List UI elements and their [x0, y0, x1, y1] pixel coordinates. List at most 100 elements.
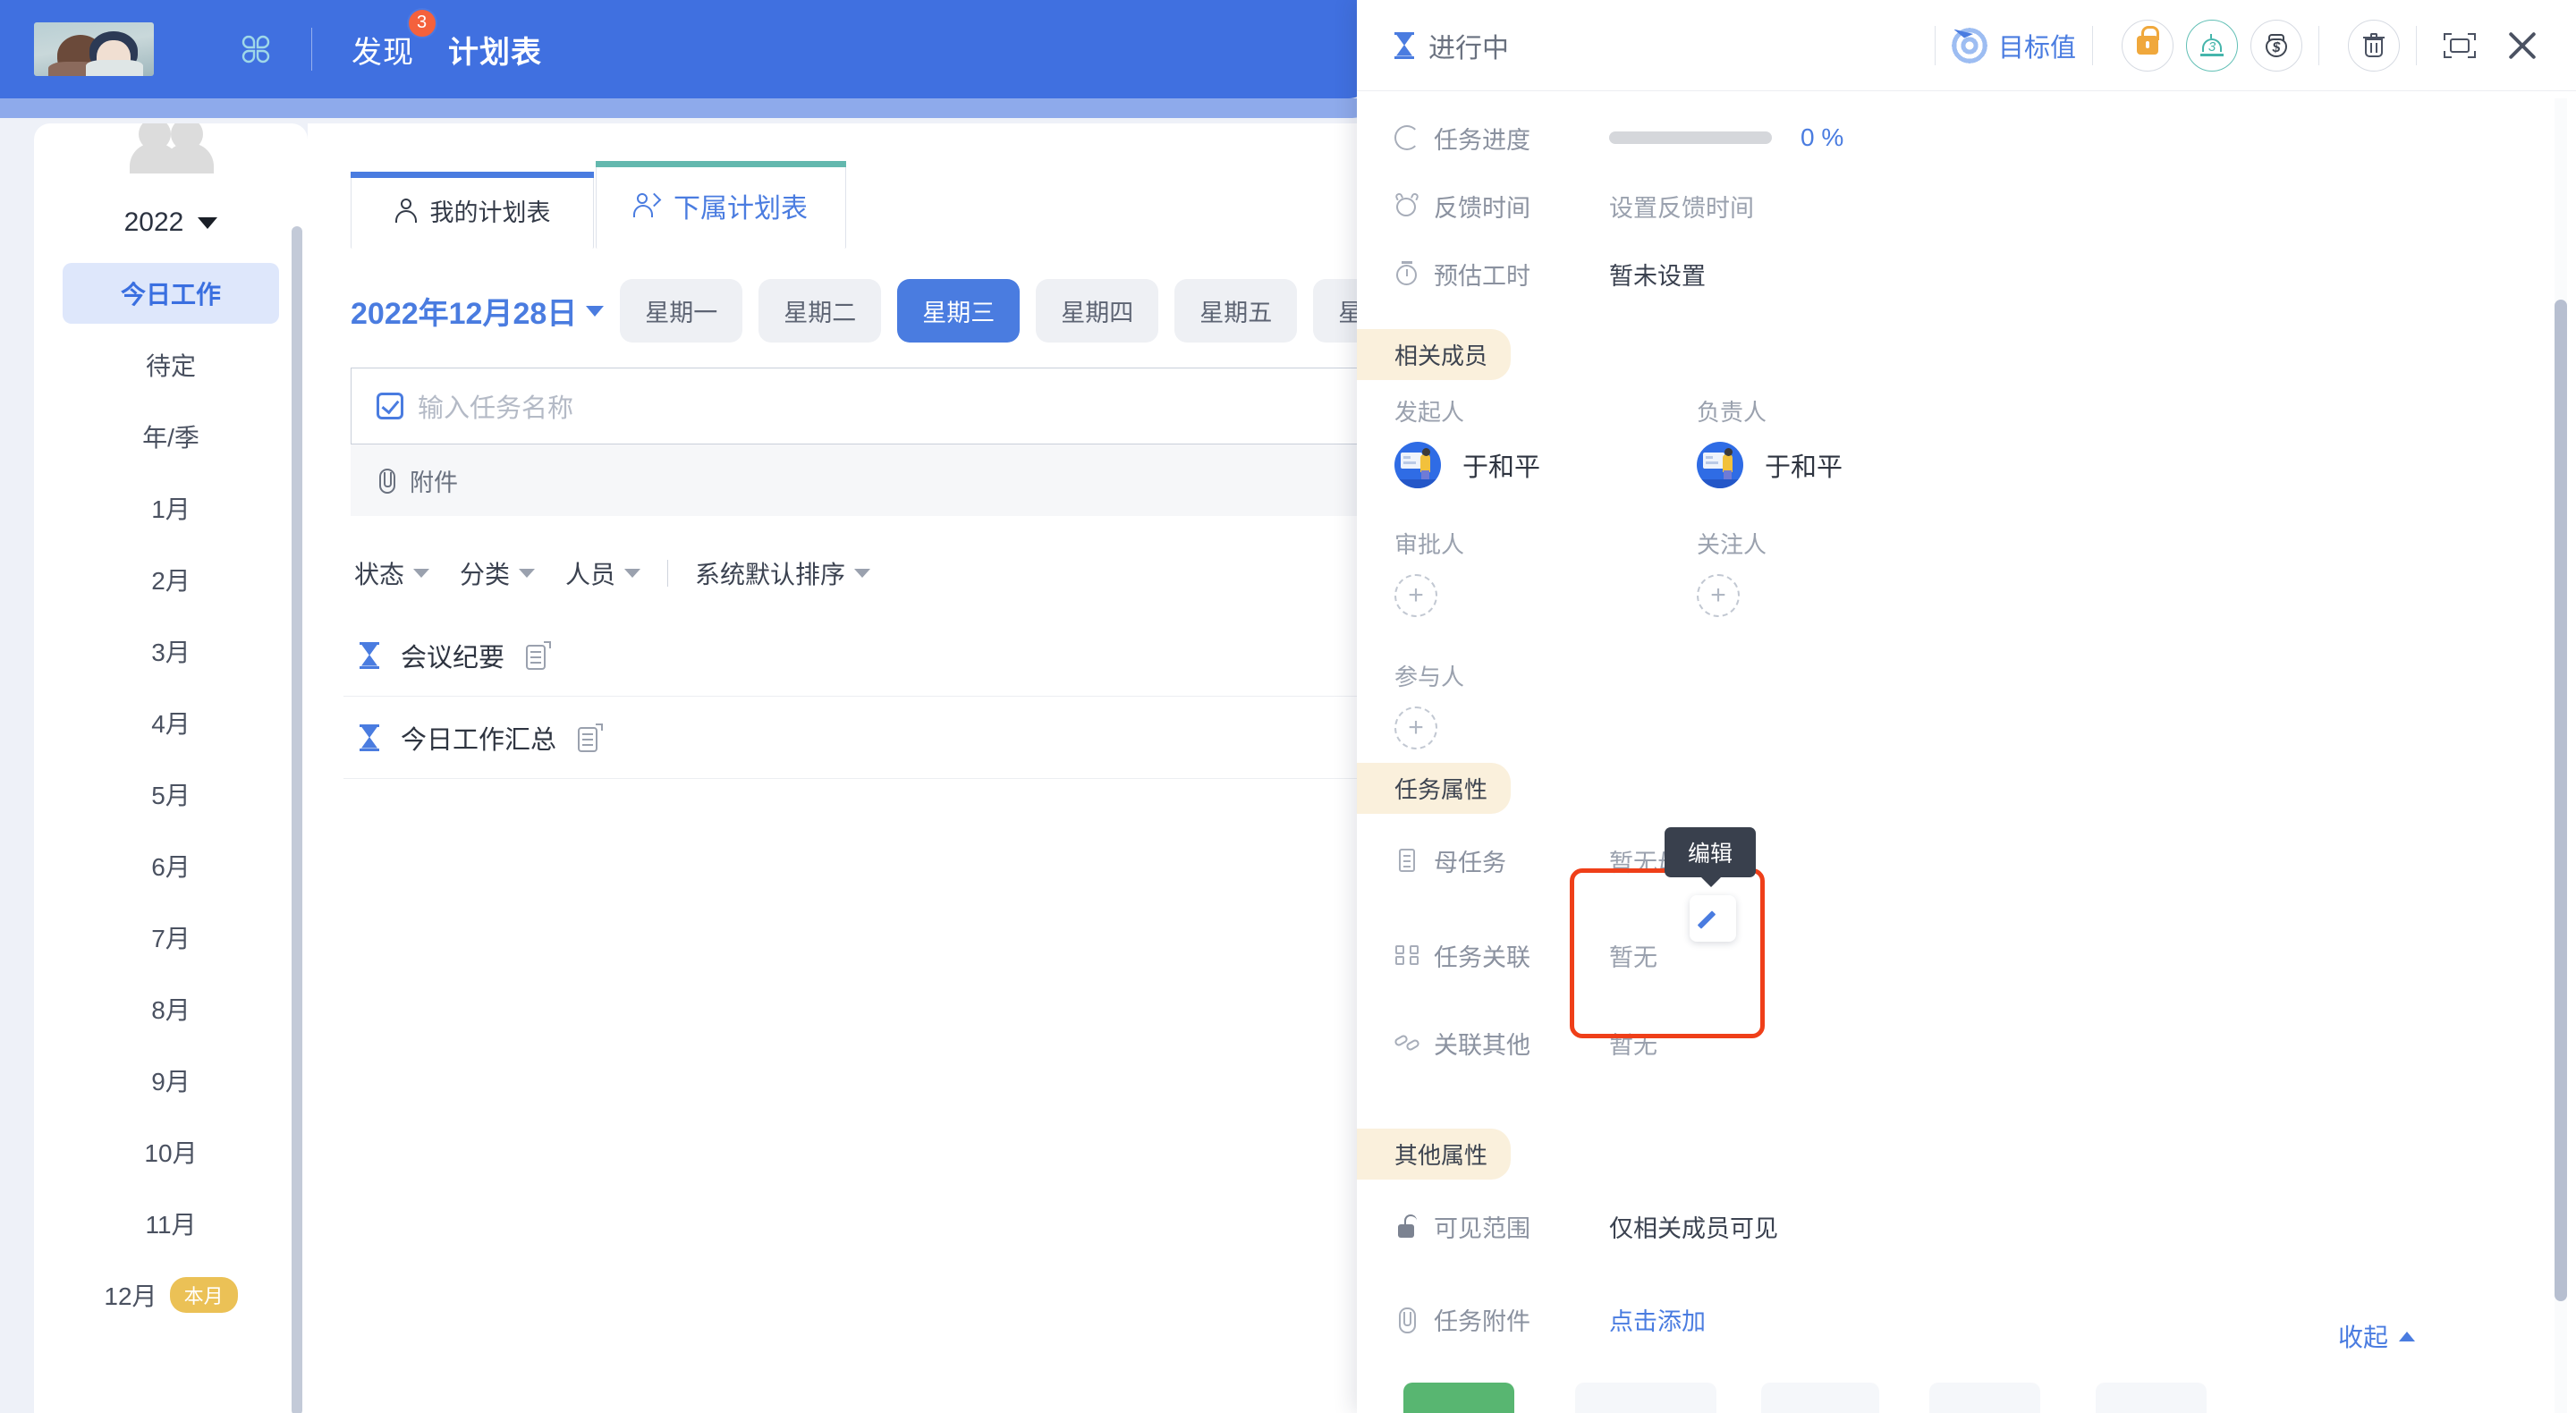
nav-item-plan[interactable]: 计划表	[448, 28, 542, 72]
prop-task-attachment-value[interactable]: 点击添加	[1609, 1302, 1706, 1337]
attachment-label: 附件	[410, 469, 458, 496]
chevron-down-icon	[586, 305, 605, 317]
sidebar-item-9[interactable]: 7月	[34, 901, 308, 973]
sidebar-item-10[interactable]: 8月	[34, 973, 308, 1045]
sidebar-item-8[interactable]: 6月	[34, 830, 308, 901]
sidebar-item-14[interactable]: 12月 本月	[34, 1259, 308, 1331]
other-attributes-title: 其他属性	[1357, 1129, 1512, 1180]
member-approver: 审批人 +	[1394, 527, 1464, 617]
tab-subordinate-plan-label: 下属计划表	[674, 193, 808, 224]
prop-estimated-hours-value[interactable]: 暂未设置	[1609, 257, 1706, 292]
user-avatar-image[interactable]	[34, 22, 154, 76]
avatar	[1697, 442, 1743, 488]
progress-bar[interactable]	[1609, 131, 1772, 144]
members-section: 相关成员 发起人 于和平 负责人 于和平 审批人 + 关注人 + 参与人 +	[1357, 308, 2576, 749]
edit-button[interactable]	[1690, 895, 1736, 942]
filter-category-label: 分类	[460, 561, 511, 588]
tab-subordinate-plan[interactable]: 下属计划表	[596, 161, 846, 249]
panel-action-bar	[1357, 1383, 2576, 1413]
filter-category[interactable]: 分类	[449, 555, 546, 591]
year-selector[interactable]: 2022	[34, 207, 308, 238]
topbar-divider	[311, 28, 312, 71]
panel-scrollbar-thumb[interactable]	[2555, 300, 2567, 1301]
prop-feedback-time: 反馈时间 设置反馈时间	[1357, 172, 2576, 240]
sidebar-team-icon	[128, 123, 214, 177]
people-icon	[633, 192, 662, 218]
sidebar-item-label: 1月	[151, 495, 191, 523]
date-selector[interactable]: 2022年12月28日	[351, 289, 605, 333]
chevron-down-icon	[519, 569, 536, 578]
goal-value-button[interactable]: 目标值	[1951, 27, 2076, 64]
lock-button[interactable]	[2122, 19, 2174, 72]
chevron-down-icon	[624, 569, 641, 578]
close-icon[interactable]	[2503, 26, 2542, 65]
weekday-chip-group: 星期一星期二星期三星期四星期五星期六	[620, 279, 1436, 343]
pencil-icon	[1701, 907, 1724, 930]
prop-visibility-value[interactable]: 仅相关成员可见	[1609, 1209, 1778, 1244]
action-button-4[interactable]	[1929, 1383, 2040, 1413]
copy-icon[interactable]	[526, 640, 552, 670]
weekday-chip-4[interactable]: 星期五	[1174, 279, 1298, 343]
member-owner-title: 负责人	[1697, 399, 1767, 426]
task-row-name: 会议纪要	[401, 643, 505, 673]
delete-button[interactable]	[2348, 19, 2400, 72]
member-owner-name: 于和平	[1765, 453, 1843, 482]
header-divider	[2092, 25, 2093, 65]
add-follower-button[interactable]: +	[1697, 574, 1740, 617]
weekday-chip-1[interactable]: 星期二	[758, 279, 882, 343]
person-icon	[394, 198, 418, 224]
primary-action-button[interactable]	[1403, 1383, 1514, 1413]
alarm-badge-button[interactable]: 3	[2186, 19, 2238, 72]
prop-task-progress-label: 任务进度	[1434, 126, 1530, 154]
nav-item-discover[interactable]: 发现 3	[352, 7, 437, 72]
member-initiator: 发起人 于和平	[1394, 394, 1540, 488]
collapse-button[interactable]: 收起	[2338, 1318, 2415, 1354]
prop-feedback-time-label-group: 反馈时间	[1394, 189, 1572, 224]
weekday-chip-0[interactable]: 星期一	[620, 279, 743, 343]
sidebar-item-label: 年/季	[142, 424, 199, 452]
sidebar-item-3[interactable]: 1月	[34, 472, 308, 544]
sidebar-item-11[interactable]: 9月	[34, 1045, 308, 1116]
money-bag-button[interactable]: $	[2250, 19, 2302, 72]
sort-selector[interactable]: 系统默认排序	[684, 555, 881, 591]
task-status[interactable]: 进行中	[1394, 26, 1509, 65]
sidebar-item-13[interactable]: 11月	[34, 1188, 308, 1259]
apps-grid-icon[interactable]	[238, 31, 274, 67]
add-participant-button[interactable]: +	[1394, 706, 1437, 749]
action-button-5[interactable]	[2096, 1383, 2207, 1413]
expand-icon[interactable]	[2442, 31, 2478, 60]
sidebar-item-4[interactable]: 2月	[34, 544, 308, 615]
tab-my-plan-label: 我的计划表	[429, 199, 551, 226]
weekday-chip-2[interactable]: 星期三	[897, 279, 1021, 343]
sidebar-item-1[interactable]: 待定	[34, 329, 308, 401]
action-button-3[interactable]	[1761, 1383, 1879, 1413]
filter-status[interactable]: 状态	[343, 555, 440, 591]
copy-icon[interactable]	[578, 723, 604, 752]
task-status-label: 进行中	[1428, 33, 1509, 63]
action-button-2[interactable]	[1575, 1383, 1716, 1413]
plus-icon: +	[1408, 713, 1424, 742]
nav-discover-label: 发现	[352, 35, 414, 70]
money-bag-icon: $	[2263, 32, 2290, 59]
member-owner-person[interactable]: 于和平	[1697, 442, 1843, 488]
filter-divider	[667, 560, 669, 587]
sidebar-item-7[interactable]: 5月	[34, 758, 308, 830]
prop-task-relation: 任务关联 暂无	[1357, 921, 2576, 989]
sidebar-item-5[interactable]: 3月	[34, 615, 308, 687]
tab-my-plan[interactable]: 我的计划表	[351, 172, 594, 249]
sidebar-item-2[interactable]: 年/季	[34, 401, 308, 472]
sidebar-item-0[interactable]: 今日工作	[34, 258, 308, 329]
prop-feedback-time-value[interactable]: 设置反馈时间	[1609, 189, 1754, 224]
member-initiator-person[interactable]: 于和平	[1394, 442, 1540, 488]
sidebar-item-label: 今日工作	[120, 281, 221, 309]
filter-person[interactable]: 人员	[555, 555, 651, 591]
add-approver-button[interactable]: +	[1394, 574, 1437, 617]
paperclip-icon	[1394, 1307, 1419, 1333]
member-approver-title: 审批人	[1394, 531, 1465, 558]
member-participant: 参与人 +	[1394, 659, 1464, 749]
sidebar-item-label: 11月	[145, 1211, 197, 1239]
sidebar-item-12[interactable]: 10月	[34, 1116, 308, 1188]
sidebar-scrollbar[interactable]	[292, 226, 302, 1413]
weekday-chip-3[interactable]: 星期四	[1036, 279, 1159, 343]
sidebar-item-6[interactable]: 4月	[34, 687, 308, 758]
